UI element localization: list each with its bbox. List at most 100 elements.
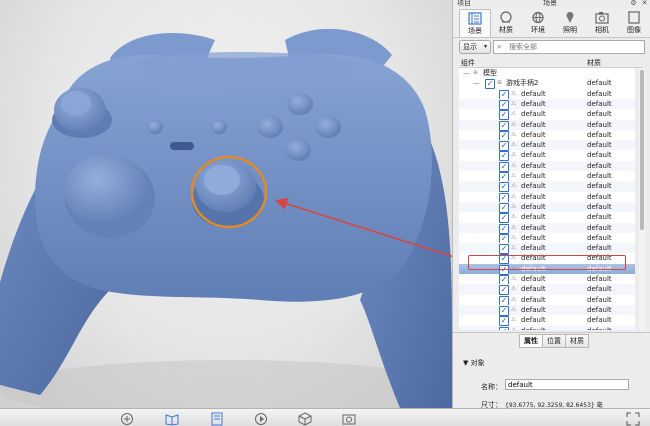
tree-row-model[interactable]: — ⊕ 模型 <box>459 68 635 78</box>
show-dropdown[interactable]: 显示 ▾ <box>459 40 491 54</box>
camera-icon[interactable] <box>342 412 356 426</box>
subtab-position[interactable]: 位置 <box>542 334 566 348</box>
tree-item-name: 游戏手柄2 <box>506 79 539 88</box>
list-item-material: default <box>587 89 612 98</box>
mesh-icon: ⚠ <box>511 151 517 159</box>
mesh-icon: ⚠ <box>511 233 517 241</box>
list-item-name: default <box>521 89 546 98</box>
camera-icon <box>595 12 609 24</box>
list-item[interactable]: ✓⚠defaultdefault <box>459 109 635 121</box>
bottom-toolbar <box>0 408 650 426</box>
mesh-icon: ⚠ <box>511 202 517 210</box>
list-item[interactable]: ✓⚠defaultdefault <box>459 201 635 213</box>
list-item[interactable]: ✓⚠defaultdefault <box>459 315 635 327</box>
tab-lighting[interactable]: 照明 <box>555 9 585 36</box>
list-item[interactable]: ✓⚠defaultdefault <box>459 160 635 172</box>
model-icon: ⊕ <box>473 69 479 76</box>
environment-icon <box>532 11 544 24</box>
list-item[interactable]: ✓⚠defaultdefault <box>459 171 635 182</box>
scrollbar-thumb[interactable] <box>640 70 644 230</box>
search-field[interactable]: ⌕ <box>493 40 645 54</box>
subtab-material[interactable]: 材质 <box>565 334 589 348</box>
mesh-icon: ⚠ <box>511 89 517 97</box>
list-item[interactable]: ✓⚠defaultdefault <box>459 243 635 255</box>
close-icon[interactable]: ✕ <box>640 0 649 7</box>
list-item[interactable]: ✓⚠defaultdefault <box>459 304 635 316</box>
list-item-name: default <box>521 110 546 119</box>
list-item[interactable]: ✓⚠defaultdefault <box>459 274 635 285</box>
list-item[interactable]: ✓⚠defaultdefault <box>459 325 635 331</box>
cube-icon[interactable] <box>298 412 312 426</box>
list-item[interactable]: ✓⚠defaultdefault <box>459 181 635 193</box>
mesh-icon: ⚠ <box>511 275 517 282</box>
small-button-right <box>211 120 227 134</box>
list-item-name: default <box>521 316 546 325</box>
scene-icon <box>468 12 482 25</box>
tab-image[interactable]: 图像 <box>619 9 649 36</box>
section-header[interactable]: ▼ 对象 <box>463 358 485 368</box>
tab-label: 材质 <box>499 26 513 34</box>
tab-material[interactable]: 材质 <box>491 9 521 36</box>
list-item[interactable]: ✓⚠defaultdefault <box>459 140 635 152</box>
mesh-icon: ⚠ <box>511 305 517 313</box>
list-item-name: default <box>521 192 546 201</box>
list-item[interactable]: ✓⚠defaultdefault <box>459 284 635 296</box>
list-scrollbar[interactable] <box>639 68 645 330</box>
tab-scene[interactable]: 场景 <box>459 9 491 37</box>
list-item-material: default <box>587 99 612 108</box>
tab-environment[interactable]: 环境 <box>523 9 553 36</box>
list-item-material: default <box>587 161 612 170</box>
list-item-name: default <box>521 130 546 139</box>
search-icon: ⌕ <box>497 42 502 51</box>
tab-label: 场景 <box>468 27 482 35</box>
material-icon <box>500 11 512 23</box>
list-item-name: default <box>521 99 546 108</box>
library-icon[interactable] <box>165 412 179 426</box>
list-item[interactable]: ✓⚠defaultdefault <box>459 222 635 234</box>
name-field[interactable] <box>505 379 629 390</box>
list-item-material: default <box>587 295 612 304</box>
list-item-name: default <box>521 120 546 129</box>
list-item[interactable]: ✓⚠defaultdefault <box>459 130 635 141</box>
list-item[interactable]: ✓⚠defaultdefault <box>459 98 635 110</box>
mesh-icon: ⚠ <box>511 130 517 138</box>
image-icon <box>628 11 640 24</box>
list-item-material: default <box>587 120 612 129</box>
face-button-bottom <box>285 139 311 161</box>
fullscreen-icon[interactable] <box>626 412 640 426</box>
tab-label: 环境 <box>531 26 545 34</box>
list-icon[interactable] <box>210 412 224 426</box>
mesh-icon: ⚠ <box>511 285 517 293</box>
3d-viewport[interactable] <box>0 0 452 408</box>
tree-item-name: 模型 <box>483 69 497 77</box>
panel-tabs: 场景 材质 环境 照明 相机 图像 <box>453 7 650 38</box>
list-item-material: default <box>587 192 612 201</box>
tab-label: 相机 <box>595 26 609 34</box>
add-icon[interactable] <box>120 412 134 426</box>
list-item[interactable]: ✓⚠defaultdefault <box>459 212 635 224</box>
subtab-properties[interactable]: 属性 <box>519 334 543 348</box>
list-item-material: default <box>587 151 612 160</box>
panel-toolbar: 显示 ▾ ⌕ <box>453 38 650 55</box>
list-item-name: default <box>521 172 546 180</box>
render-icon[interactable] <box>254 412 268 426</box>
small-button-left <box>147 120 163 134</box>
list-item-name: default <box>521 305 546 314</box>
list-item[interactable]: ✓⚠defaultdefault <box>459 295 635 306</box>
list-item-material: default <box>587 326 612 331</box>
collapse-icon[interactable]: — <box>463 68 470 78</box>
list-item[interactable]: ✓⚠defaultdefault <box>459 150 635 162</box>
list-item[interactable]: ✓⚠defaultdefault <box>459 192 635 203</box>
list-item-material: default <box>587 223 612 232</box>
list-item[interactable]: ✓⚠defaultdefault <box>459 119 635 131</box>
tree-row-group[interactable]: — ✓ ⊕ 游戏手柄2 default <box>459 78 635 90</box>
collapse-icon[interactable]: — <box>473 78 480 88</box>
search-input[interactable] <box>509 42 629 52</box>
settings-icon[interactable]: ⚙ <box>629 0 638 7</box>
tab-camera[interactable]: 相机 <box>587 9 617 36</box>
visibility-checkbox[interactable]: ✓ <box>499 326 509 330</box>
list-item[interactable]: ✓⚠defaultdefault <box>459 233 635 244</box>
list-item[interactable]: ✓⚠defaultdefault <box>459 89 635 100</box>
list-item-name: default <box>521 285 546 294</box>
properties-panel: ▼ 对象 名称： 尺寸： {93.6775, 92.3259, 82.6453}… <box>459 348 645 409</box>
